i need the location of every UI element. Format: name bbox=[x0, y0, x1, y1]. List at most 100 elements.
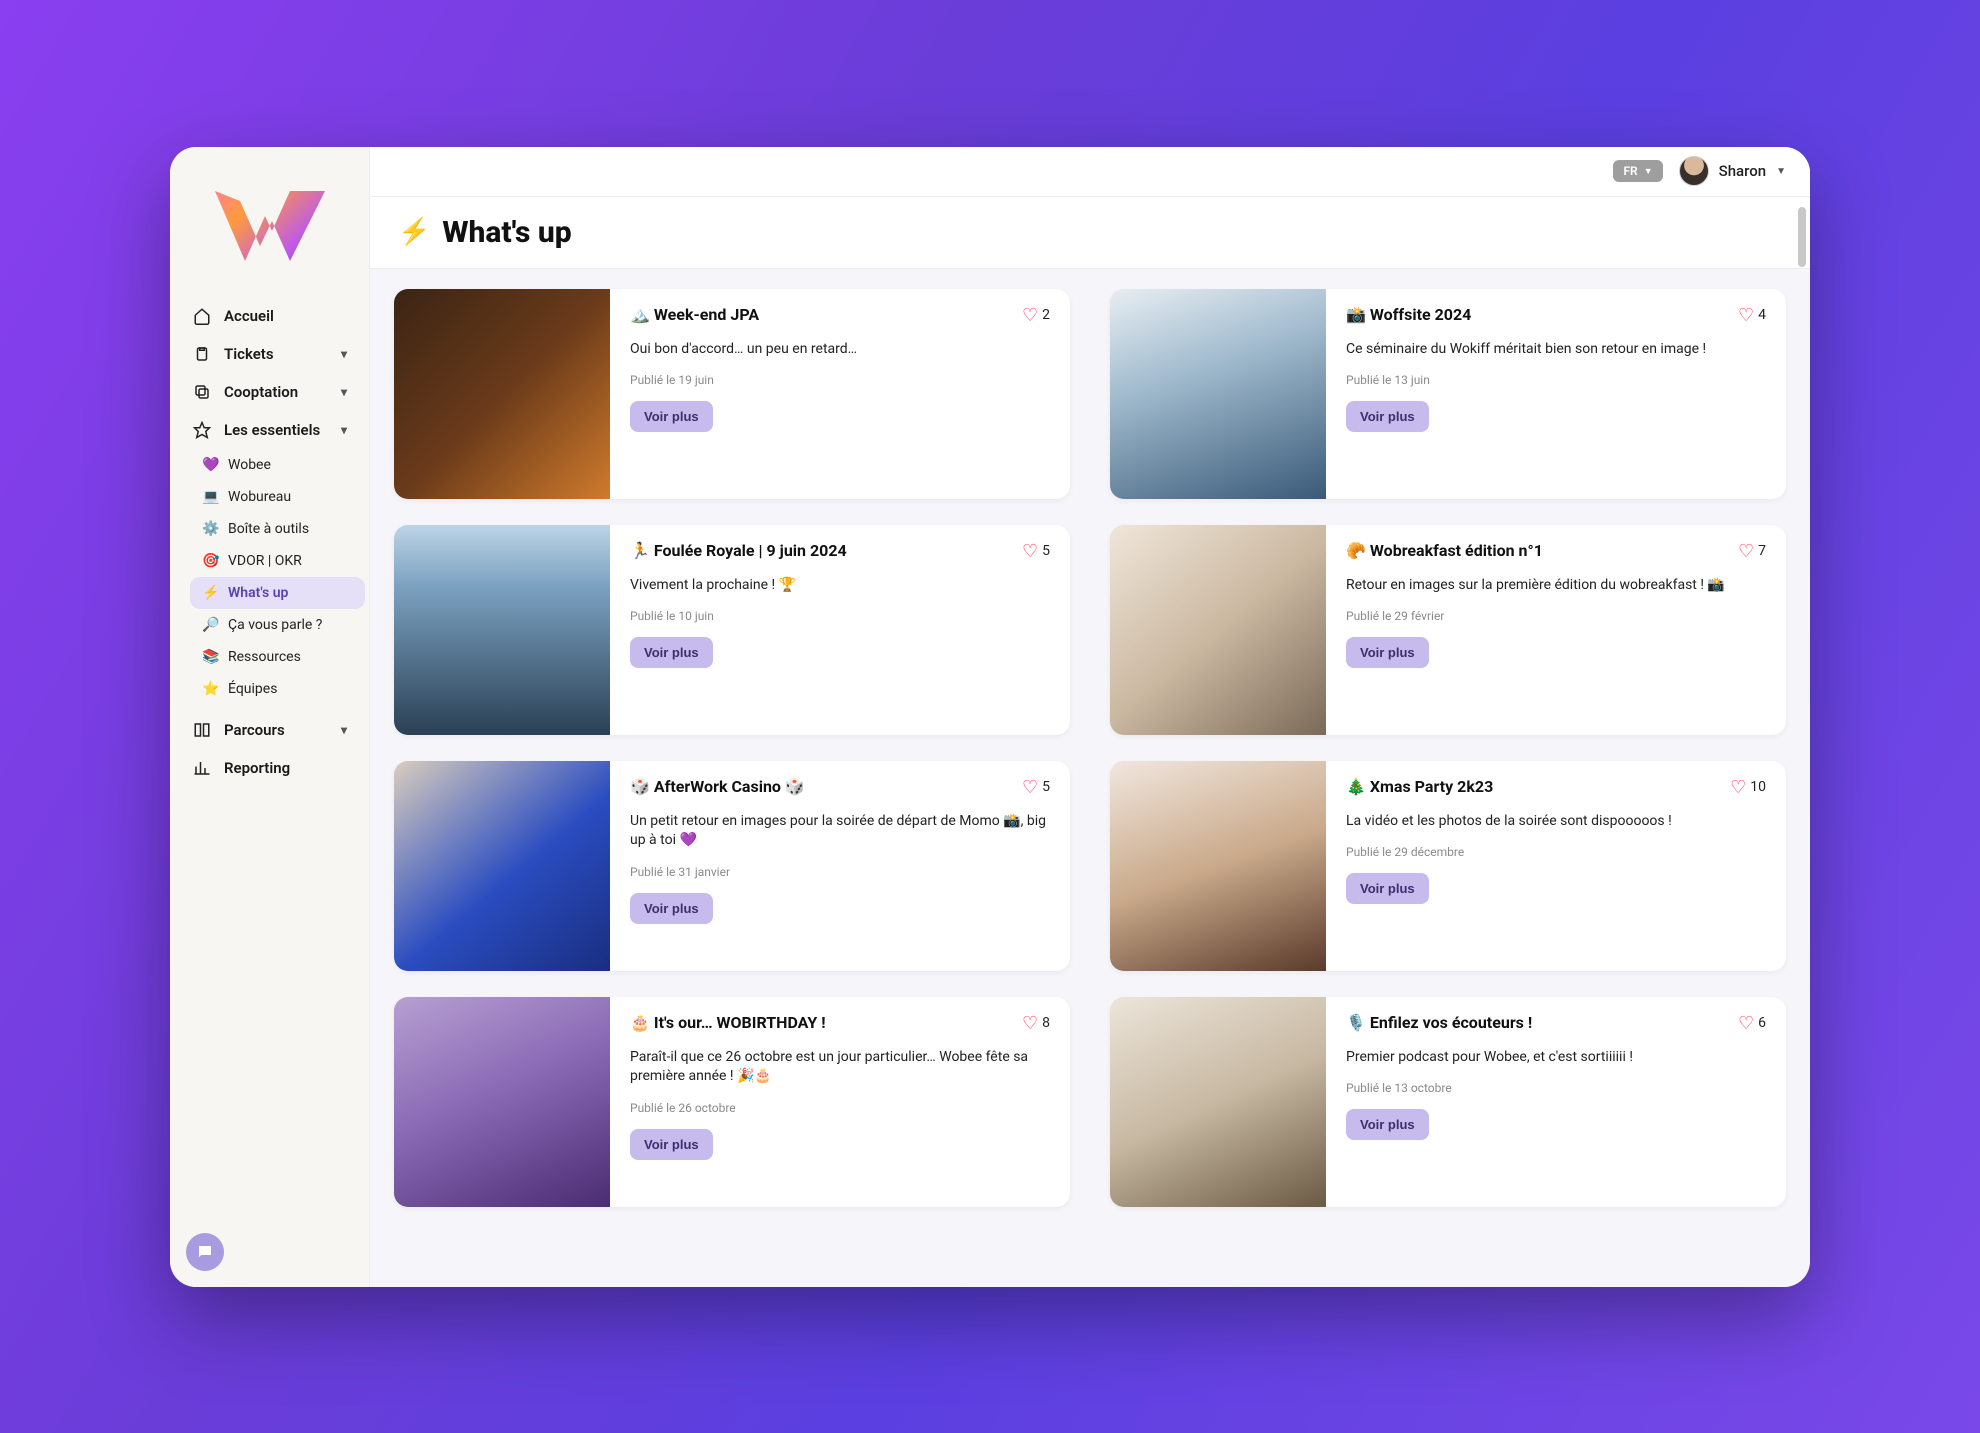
language-switcher[interactable]: FR ▼ bbox=[1613, 160, 1662, 182]
clipboard-icon bbox=[192, 345, 212, 363]
see-more-button[interactable]: Voir plus bbox=[630, 401, 713, 432]
card-publish-date: Publié le 29 février bbox=[1346, 609, 1766, 623]
support-chat-button[interactable] bbox=[186, 1233, 224, 1271]
like-button[interactable]: ♡7 bbox=[1738, 541, 1766, 562]
see-more-button[interactable]: Voir plus bbox=[1346, 1109, 1429, 1140]
user-menu[interactable]: Sharon ▼ bbox=[1679, 156, 1786, 186]
feed-card: 🎙️ Enfilez vos écouteurs !♡6Premier podc… bbox=[1110, 997, 1786, 1207]
card-title: 🎄 Xmas Party 2k23 bbox=[1346, 777, 1493, 798]
nav-accueil[interactable]: Accueil bbox=[180, 297, 359, 335]
nav-label: Cooptation bbox=[224, 383, 298, 401]
user-name: Sharon bbox=[1719, 162, 1766, 180]
essentials-subnav: 💜 Wobee 💻Wobureau⚙️Boîte à outils🎯VDOR | O… bbox=[170, 449, 369, 705]
like-button[interactable]: ♡4 bbox=[1738, 305, 1766, 326]
emoji-icon: ⚡ bbox=[202, 585, 220, 601]
sidebar-item-label: Wobee bbox=[228, 457, 271, 473]
card-title: 📸 Woffsite 2024 bbox=[1346, 305, 1471, 326]
like-button[interactable]: ♡5 bbox=[1022, 777, 1050, 798]
like-button[interactable]: ♡6 bbox=[1738, 1013, 1766, 1034]
like-button[interactable]: ♡8 bbox=[1022, 1013, 1050, 1034]
see-more-button[interactable]: Voir plus bbox=[1346, 873, 1429, 904]
heart-icon: ♡ bbox=[1022, 1013, 1038, 1034]
like-count: 10 bbox=[1750, 779, 1766, 795]
nav-essentiels[interactable]: Les essentiels ▾ bbox=[180, 411, 359, 449]
like-count: 7 bbox=[1758, 543, 1766, 559]
sidebar-item-label: Boîte à outils bbox=[228, 521, 309, 537]
card-description: Paraît-il que ce 26 octobre est un jour … bbox=[630, 1048, 1050, 1087]
heart-icon: ♡ bbox=[1738, 1013, 1754, 1034]
sidebar-item-label: Ça vous parle ? bbox=[228, 617, 322, 633]
card-body: 📸 Woffsite 2024 ♡4 Ce séminaire du Wokiff … bbox=[1326, 289, 1786, 499]
feed-grid[interactable]: 🏔️ Week-end JPA♡2Oui bon d'accord… un pe… bbox=[370, 269, 1810, 1287]
nav-parcours[interactable]: Parcours ▾ bbox=[180, 711, 359, 749]
nav-reporting[interactable]: Reporting bbox=[180, 749, 359, 787]
chevron-down-icon: ▾ bbox=[341, 423, 347, 437]
sidebar-item-label: VDOR | OKR bbox=[228, 553, 302, 569]
card-thumbnail bbox=[1110, 997, 1326, 1207]
card-publish-date: Publié le 13 octobre bbox=[1346, 1081, 1766, 1095]
language-label: FR bbox=[1623, 164, 1637, 178]
sidebar: Accueil Tickets ▾ Cooptation ▾ bbox=[170, 147, 370, 1287]
secondary-nav: Parcours ▾ Reporting bbox=[170, 711, 369, 787]
feed-card: 🏃 Foulée Royale | 9 juin 2024♡5Vivement … bbox=[394, 525, 1070, 735]
star-icon bbox=[192, 421, 212, 439]
feed-card: 🎲 AfterWork Casino 🎲♡5Un petit retour en… bbox=[394, 761, 1070, 971]
heart-icon: ♡ bbox=[1022, 305, 1038, 326]
like-button[interactable]: ♡5 bbox=[1022, 541, 1050, 562]
nav-label: Reporting bbox=[224, 759, 290, 777]
sidebar-item--quipes[interactable]: ⭐Équipes bbox=[190, 673, 365, 705]
feed-card: 🥐 Wobreakfast édition n°1♡7Retour en ima… bbox=[1110, 525, 1786, 735]
chevron-down-icon: ▾ bbox=[341, 385, 347, 399]
see-more-button[interactable]: Voir plus bbox=[1346, 637, 1429, 668]
sidebar-item--a-vous-parle-[interactable]: 🔎Ça vous parle ? bbox=[190, 609, 365, 641]
like-count: 4 bbox=[1758, 307, 1766, 323]
heart-icon: ♡ bbox=[1738, 541, 1754, 562]
see-more-button[interactable]: Voir plus bbox=[630, 1129, 713, 1160]
card-body: 🎲 AfterWork Casino 🎲♡5Un petit retour en… bbox=[610, 761, 1070, 971]
nav-tickets[interactable]: Tickets ▾ bbox=[180, 335, 359, 373]
nav-cooptation[interactable]: Cooptation ▾ bbox=[180, 373, 359, 411]
sidebar-item-bo-te-outils[interactable]: ⚙️Boîte à outils bbox=[190, 513, 365, 545]
sidebar-item-ressources[interactable]: 📚 Ressources bbox=[190, 641, 365, 673]
like-count: 6 bbox=[1758, 1015, 1766, 1031]
nav-label: Tickets bbox=[224, 345, 274, 363]
chevron-down-icon: ▼ bbox=[1644, 166, 1653, 177]
sidebar-item-what-s-up[interactable]: ⚡What's up bbox=[190, 577, 365, 609]
like-count: 2 bbox=[1042, 307, 1050, 323]
card-thumbnail bbox=[394, 289, 610, 499]
like-button[interactable]: ♡10 bbox=[1730, 777, 1766, 798]
card-body: 🎂 It's our… WOBIRTHDAY !♡8Paraît-il que … bbox=[610, 997, 1070, 1207]
emoji-icon: 💜 bbox=[202, 457, 220, 473]
emoji-icon: 📚 bbox=[202, 649, 220, 665]
card-description: Ce séminaire du Wokiff méritait bien son… bbox=[1346, 340, 1766, 360]
sidebar-item-vdor-okr[interactable]: 🎯VDOR | OKR bbox=[190, 545, 365, 577]
card-publish-date: Publié le 26 octobre bbox=[630, 1101, 1050, 1115]
see-more-button[interactable]: Voir plus bbox=[630, 637, 713, 668]
scrollbar-thumb[interactable] bbox=[1798, 207, 1806, 267]
card-publish-date: Publié le 10 juin bbox=[630, 609, 1050, 623]
see-more-button[interactable]: Voir plus bbox=[630, 893, 713, 924]
heart-icon: ♡ bbox=[1022, 777, 1038, 798]
sidebar-item-label: Ressources bbox=[228, 649, 301, 665]
avatar bbox=[1679, 156, 1709, 186]
chevron-down-icon: ▼ bbox=[1776, 166, 1786, 177]
sidebar-item-wobee[interactable]: 💜 Wobee bbox=[190, 449, 365, 481]
chevron-down-icon: ▾ bbox=[341, 347, 347, 361]
top-bar: FR ▼ Sharon ▼ bbox=[370, 147, 1810, 197]
sidebar-item-wobureau[interactable]: 💻Wobureau bbox=[190, 481, 365, 513]
like-button[interactable]: ♡2 bbox=[1022, 305, 1050, 326]
card-thumbnail bbox=[1110, 289, 1326, 499]
emoji-icon: ⭐ bbox=[202, 681, 220, 697]
card-thumbnail bbox=[394, 997, 610, 1207]
nav-label: Accueil bbox=[224, 307, 274, 325]
like-count: 5 bbox=[1042, 543, 1050, 559]
card-description: Vivement la prochaine ! 🏆 bbox=[630, 576, 1050, 596]
sidebar-item-label: Wobureau bbox=[228, 489, 291, 505]
logo-wrap bbox=[170, 167, 369, 297]
like-count: 5 bbox=[1042, 779, 1050, 795]
card-body: 🥐 Wobreakfast édition n°1♡7Retour en ima… bbox=[1326, 525, 1786, 735]
heart-icon: ♡ bbox=[1738, 305, 1754, 326]
brand-logo[interactable] bbox=[210, 181, 330, 271]
card-title: 🥐 Wobreakfast édition n°1 bbox=[1346, 541, 1543, 562]
see-more-button[interactable]: Voir plus bbox=[1346, 401, 1429, 432]
